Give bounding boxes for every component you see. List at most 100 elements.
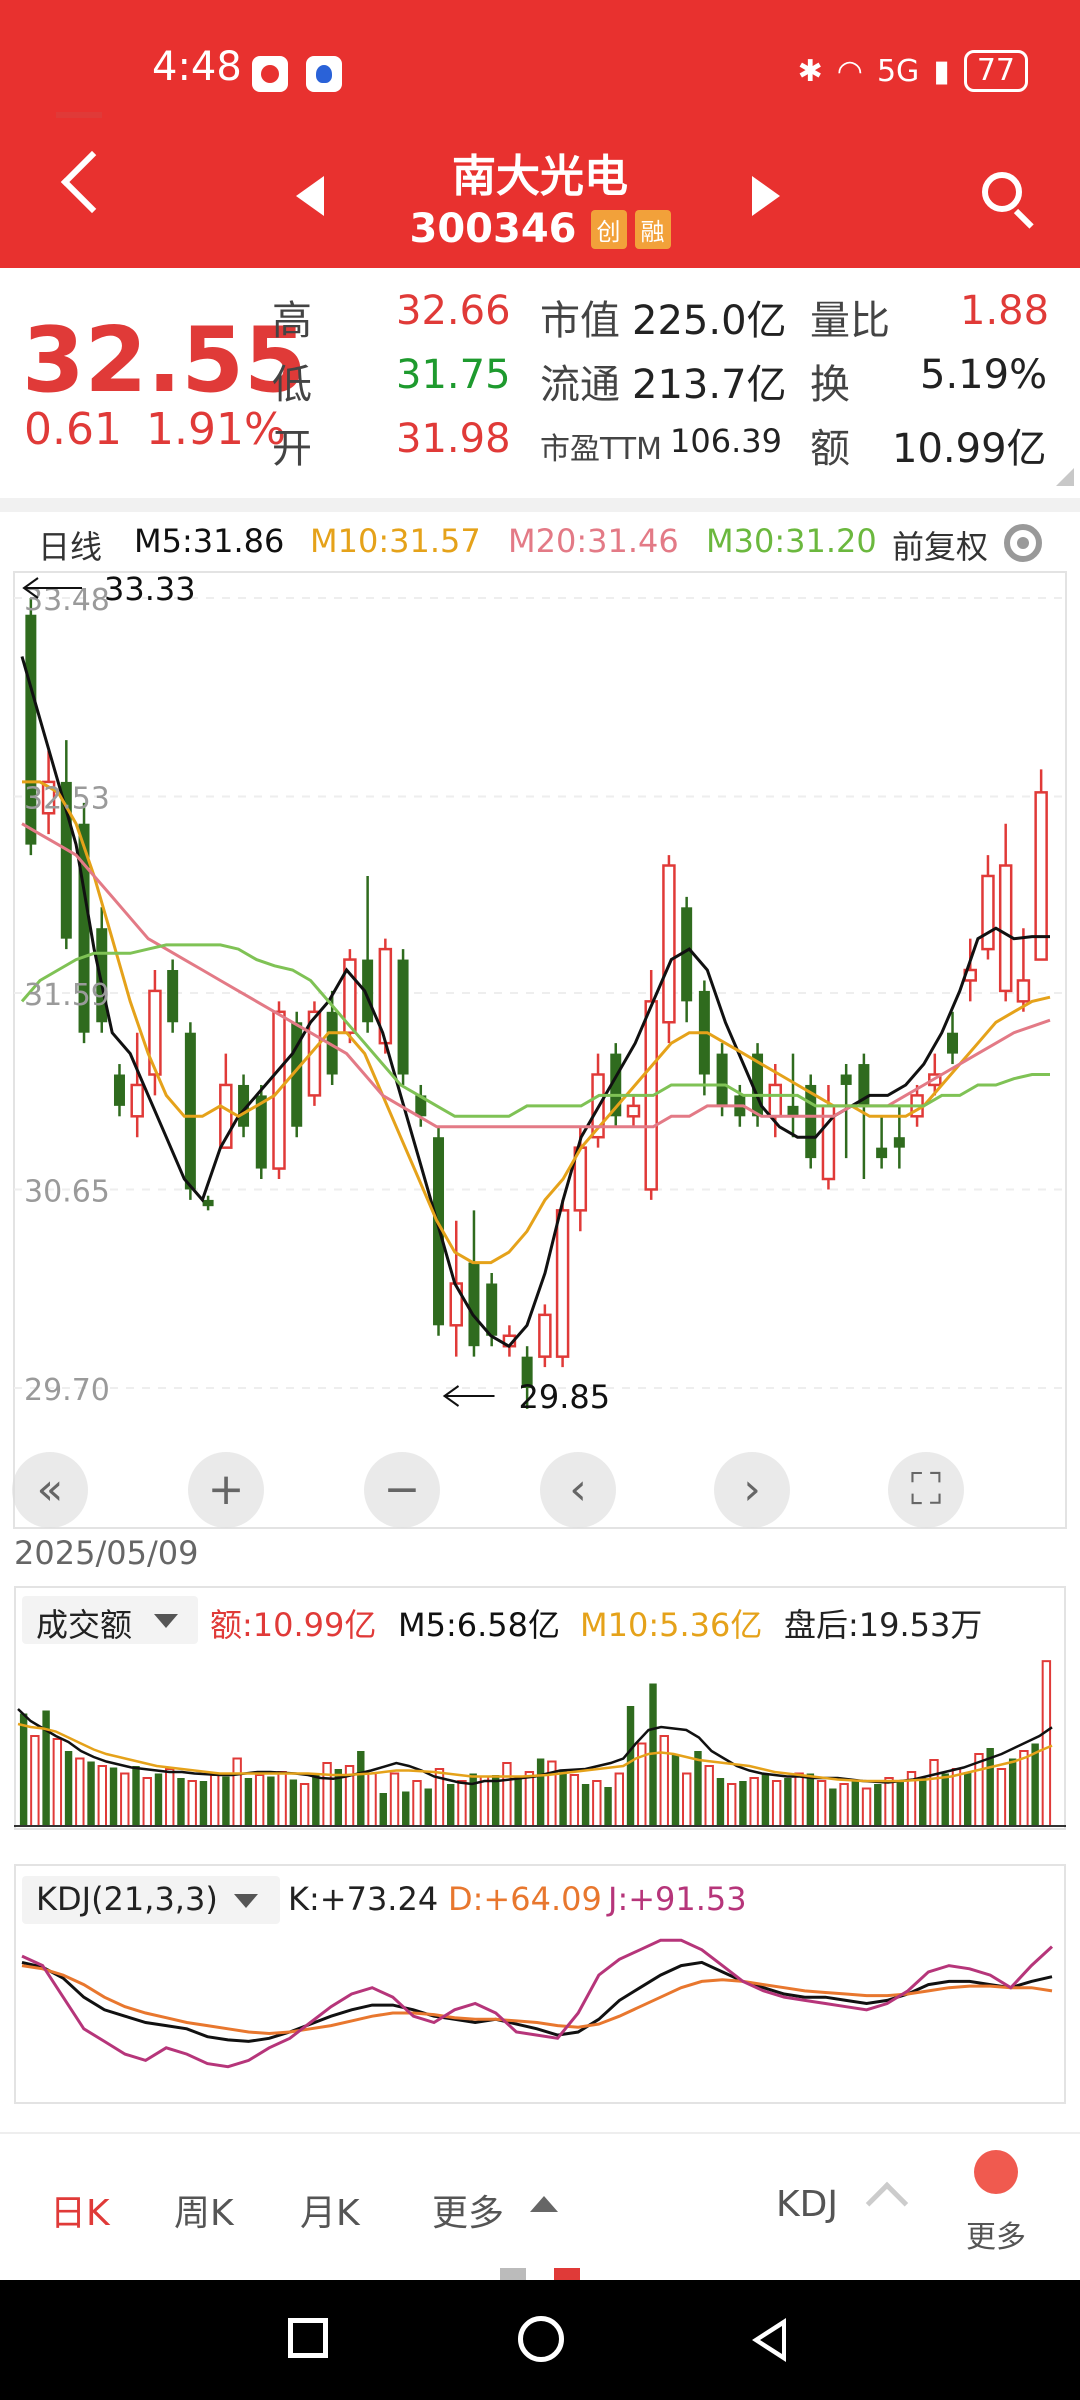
volume-bar [367, 1772, 377, 1827]
vol-ratio-value: 1.88 [960, 288, 1050, 334]
low-value: 31.75 [396, 352, 511, 398]
volume-bar [254, 1774, 265, 1827]
tag-chuang: 创 [590, 209, 627, 249]
quote-panel: 32.55 0.61 1.91% 高 32.66 低 31.75 开 31.98 … [0, 268, 1080, 498]
last-price: 32.55 [22, 308, 307, 413]
volume-dropdown-icon[interactable] [154, 1614, 178, 1628]
signal-icon: ▮ [933, 53, 950, 89]
volume-bar [312, 1775, 320, 1826]
change-percent: 1.91% [145, 404, 286, 455]
volume-bar [424, 1788, 432, 1826]
adjust-label[interactable]: 前复权 [892, 522, 988, 568]
candle-body [840, 1074, 852, 1085]
volume-bar [87, 1761, 95, 1826]
kdj-d-label: D:+64.09 [448, 1880, 602, 1918]
volume-bar [839, 1783, 849, 1827]
float-value: 213.7亿 [632, 362, 787, 408]
tag-rong: 融 [634, 209, 671, 249]
tab-daily[interactable]: 日K [50, 2184, 110, 2236]
volume-bar [726, 1783, 737, 1827]
volume-bar [1031, 1743, 1039, 1826]
more-menu-icon[interactable] [974, 2150, 1018, 2194]
volume-amount-label: 额:10.99亿 [210, 1606, 377, 1644]
kdj-j-label: J:+91.53 [608, 1880, 747, 1918]
volume-bar [64, 1751, 73, 1826]
candle-body [998, 864, 1013, 993]
tab-weekly[interactable]: 周K [174, 2184, 234, 2236]
volume-bar [232, 1757, 242, 1827]
scroll-left-icon-glyph: ‹ [569, 1464, 587, 1515]
volume-bar [929, 1759, 939, 1827]
change-value: 0.61 [24, 404, 122, 455]
zoom-in-icon-glyph: + [208, 1464, 245, 1515]
more-caret-up-icon[interactable] [530, 2196, 558, 2212]
m20-label: M20:31.46 [508, 522, 679, 560]
volume-selector-label[interactable]: 成交额 [36, 1600, 132, 1646]
volume-bar [963, 1772, 972, 1826]
candle-body [202, 1199, 214, 1207]
volume-bar [412, 1780, 422, 1827]
kdj-line-d [21, 1964, 1053, 2036]
tab-monthly[interactable]: 月K [300, 2184, 360, 2236]
volume-bar [816, 1780, 827, 1827]
volume-bar [604, 1787, 612, 1826]
volume-bar [626, 1706, 635, 1826]
candle-body [555, 1209, 570, 1358]
page-indicator-2 [554, 2268, 580, 2280]
settings-gear-icon[interactable] [1004, 524, 1042, 562]
candle-body [1034, 791, 1048, 961]
candle-body [876, 1147, 888, 1159]
amount-label: 额 [810, 426, 850, 472]
mcap-label: 市值 [540, 298, 620, 344]
candle-body [947, 1032, 959, 1054]
volume-bar [592, 1780, 602, 1827]
volume-bar [479, 1775, 490, 1827]
candlestick-chart[interactable]: 33.4832.5331.5930.6529.70 33.3329.85 «+ −… [0, 570, 1080, 1530]
volume-bar [502, 1762, 512, 1827]
volume-bar [165, 1768, 175, 1827]
expand-corner-icon[interactable] [1056, 468, 1074, 486]
more-menu-label[interactable]: 更多 [966, 2212, 1026, 2256]
volume-bar [771, 1780, 782, 1827]
period-label[interactable]: 日线 [38, 522, 102, 568]
tab-more[interactable]: 更多 [432, 2184, 504, 2236]
pe-label: 市盈TTM [540, 432, 663, 467]
volume-bar [559, 1770, 567, 1826]
app-notification-icon [252, 56, 288, 92]
candle-body [626, 1104, 641, 1118]
volume-bar [896, 1781, 904, 1826]
home-icon[interactable] [518, 2316, 564, 2362]
volume-bar [524, 1771, 535, 1827]
status-time: 4:48 [152, 44, 242, 90]
volume-bar [120, 1772, 130, 1827]
open-value: 31.98 [396, 416, 511, 462]
stock-code: 300346 [409, 206, 577, 252]
candle-body [662, 864, 676, 1024]
recent-apps-icon[interactable] [288, 2318, 328, 2358]
volume-bar [941, 1773, 949, 1826]
kdj-k-label: K:+73.24 [288, 1880, 439, 1918]
volume-bar [222, 1776, 230, 1826]
kdj-selector-label[interactable]: KDJ(21,3,3) [36, 1880, 218, 1918]
first-date-label: 2025/05/09 [14, 1534, 199, 1572]
volume-bar [457, 1780, 467, 1827]
kdj-dropdown-icon[interactable] [234, 1894, 258, 1908]
page-indicator-1 [500, 2268, 526, 2280]
volume-bar [919, 1778, 927, 1826]
volume-bar [671, 1754, 680, 1826]
fullscreen-icon-glyph: ⛶ [911, 1464, 942, 1515]
volume-bar [132, 1766, 140, 1826]
high-value: 32.66 [396, 288, 511, 334]
candle-body [893, 1137, 905, 1148]
y-tick-label: 32.53 [24, 782, 110, 817]
y-tick-label: 30.65 [24, 1174, 110, 1209]
open-label: 开 [272, 426, 312, 472]
divider [0, 498, 1080, 512]
volume-bar [1019, 1750, 1029, 1827]
high-label: 高 [272, 298, 312, 344]
candle-body [397, 959, 409, 1075]
stock-name: 南大光电 [452, 151, 628, 202]
volume-bar [52, 1738, 63, 1827]
tab-indicator[interactable]: KDJ [776, 2184, 838, 2225]
bluetooth-icon: ✱ [797, 53, 823, 89]
